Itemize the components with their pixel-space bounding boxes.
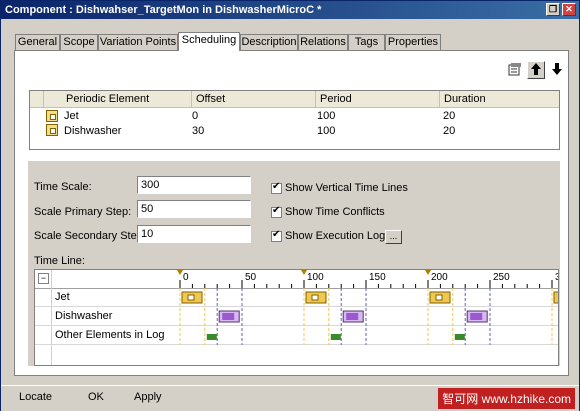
- jet-bar-marker: [187, 294, 195, 301]
- log-entry: [330, 334, 341, 340]
- periodic-elements-table: Periodic Element Offset Period Duration …: [29, 90, 560, 150]
- component-window: Component : Dishwahser_TargetMon in Dish…: [0, 0, 580, 411]
- column-periodic-element[interactable]: Periodic Element: [44, 91, 192, 107]
- footer-bar: Locate OK Apply 智可网 www.hzhike.com: [1, 385, 579, 411]
- primary-step-label: Scale Primary Step:: [34, 206, 132, 218]
- time-scale-label: Time Scale:: [34, 181, 92, 193]
- log-entry: [454, 334, 465, 340]
- locate-button[interactable]: Locate: [19, 391, 52, 403]
- show-log-checkbox[interactable]: [271, 229, 282, 242]
- move-up-icon[interactable]: [527, 61, 545, 79]
- show-vertical-lines-checkbox[interactable]: [271, 181, 282, 194]
- dishwasher-bar-fill: [346, 313, 359, 320]
- show-conflicts-checkbox[interactable]: [271, 205, 282, 218]
- periodic-element-icon: [46, 124, 58, 136]
- window-title: Component : Dishwahser_TargetMon in Dish…: [5, 4, 322, 16]
- jet-bar-marker: [311, 294, 319, 301]
- tab-relations[interactable]: Relations: [298, 34, 348, 50]
- ok-button[interactable]: OK: [88, 391, 104, 403]
- log-entry: [206, 334, 217, 340]
- tab-properties[interactable]: Properties: [385, 34, 441, 50]
- properties-icon[interactable]: [506, 62, 524, 80]
- restore-icon[interactable]: ❐: [546, 3, 560, 16]
- periodic-element-icon: [46, 110, 58, 122]
- dishwasher-bar-fill: [470, 313, 483, 320]
- time-scale-input[interactable]: 300: [137, 176, 251, 194]
- apply-button[interactable]: Apply: [134, 391, 162, 403]
- show-conflicts-label: Show Time Conflicts: [285, 206, 385, 218]
- title-bar: Component : Dishwahser_TargetMon in Dish…: [1, 1, 579, 19]
- row-duration: 20: [443, 110, 456, 122]
- row-duration: 20: [443, 125, 456, 137]
- tab-general[interactable]: General: [15, 34, 60, 50]
- show-vertical-lines-label: Show Vertical Time Lines: [285, 182, 408, 194]
- row-name: Jet: [64, 110, 79, 122]
- dishwasher-bar-fill: [222, 313, 235, 320]
- timeline-bars: [179, 288, 558, 345]
- watermark: 智可网 www.hzhike.com: [438, 388, 575, 409]
- log-options-button[interactable]: ...: [385, 230, 402, 244]
- close-icon[interactable]: ✕: [562, 3, 576, 16]
- jet-bar: [553, 291, 558, 304]
- tab-scope[interactable]: Scope: [60, 34, 98, 50]
- column-duration[interactable]: Duration: [440, 91, 559, 107]
- timeline-chart[interactable]: − 050100150200250300 Jet Dishwasher Othe…: [34, 269, 559, 366]
- primary-step-input[interactable]: 50: [137, 200, 251, 218]
- move-down-icon[interactable]: [548, 62, 566, 80]
- secondary-step-label: Scale Secondary Step:: [34, 230, 146, 242]
- tab-description[interactable]: Description: [240, 34, 298, 50]
- row-offset: 0: [192, 110, 199, 122]
- jet-bar-marker: [435, 294, 443, 301]
- tab-scheduling[interactable]: Scheduling: [178, 32, 240, 51]
- column-period[interactable]: Period: [316, 91, 440, 107]
- secondary-step-input[interactable]: 10: [137, 225, 251, 243]
- tab-variation-points[interactable]: Variation Points: [98, 34, 178, 50]
- row-offset: 30: [192, 125, 205, 137]
- show-log-label: Show Execution Log: [285, 230, 386, 242]
- row-name: Dishwasher: [64, 125, 122, 137]
- row-period: 100: [317, 125, 336, 137]
- table-header: Periodic Element Offset Period Duration: [30, 91, 559, 108]
- timeline-label: Time Line:: [34, 255, 85, 267]
- column-offset[interactable]: Offset: [192, 91, 316, 107]
- tab-tags[interactable]: Tags: [348, 34, 385, 50]
- row-period: 100: [317, 110, 336, 122]
